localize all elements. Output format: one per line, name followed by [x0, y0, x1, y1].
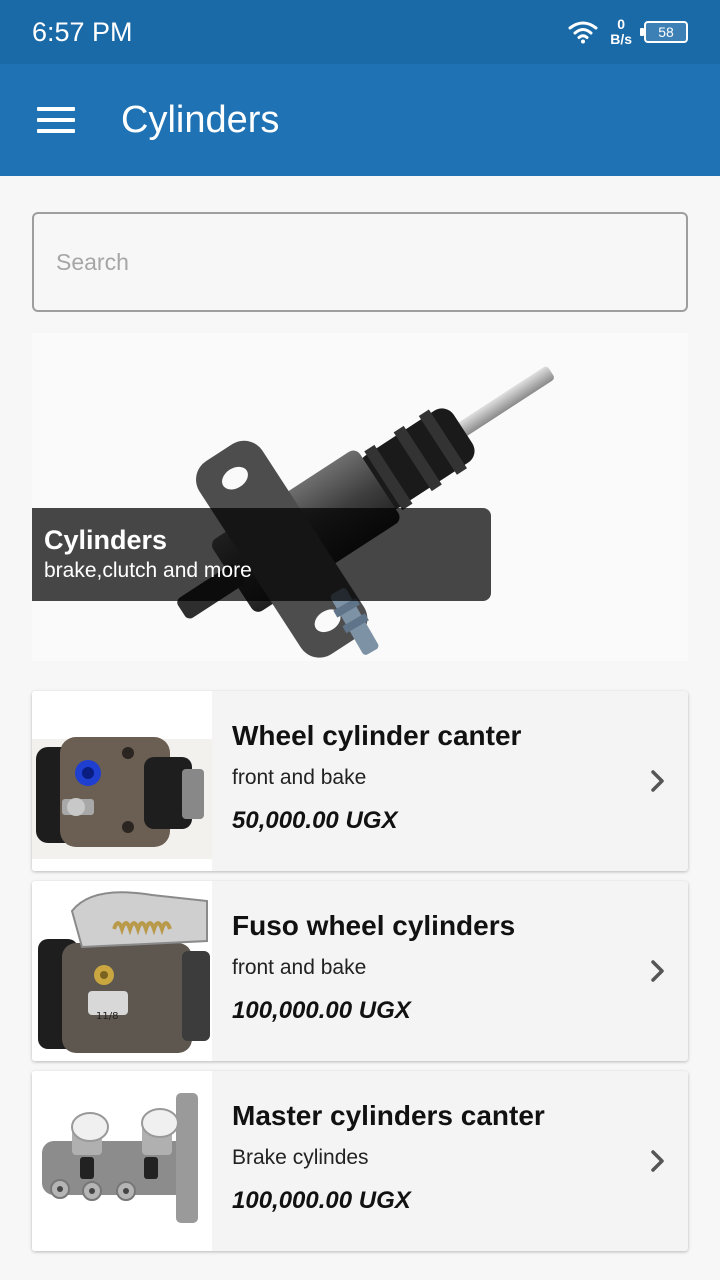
app-bar: Cylinders [0, 64, 720, 176]
net-speed: 0 B/s [610, 17, 632, 47]
master-cylinder-image [32, 1071, 212, 1251]
status-time: 6:57 PM [32, 16, 133, 47]
chevron-right-icon [628, 881, 688, 1061]
fuso-wheel-cylinder-image: 11/8 [32, 881, 212, 1061]
product-info: Fuso wheel cylinders front and bake 100,… [212, 881, 628, 1061]
search-box [32, 212, 688, 312]
banner-title: Cylinders [44, 525, 168, 555]
net-speed-unit: B/s [610, 31, 632, 47]
product-description: front and bake [232, 956, 367, 979]
page-title: Cylinders [121, 98, 280, 141]
wheel-cylinder-image [32, 691, 212, 871]
product-name: Master cylinders canter [232, 1100, 545, 1131]
chevron-right-icon [628, 691, 688, 871]
product-description: front and bake [232, 766, 367, 789]
product-card[interactable]: Wheel cylinder canter front and bake 50,… [32, 691, 688, 871]
search-input[interactable] [34, 214, 686, 310]
product-name: Wheel cylinder canter [232, 720, 522, 751]
product-info: Wheel cylinder canter front and bake 50,… [212, 691, 628, 871]
banner-subtitle: brake,clutch and more [44, 559, 252, 582]
product-name: Fuso wheel cylinders [232, 910, 516, 941]
chevron-right-icon [628, 1071, 688, 1251]
product-description: Brake cylindes [232, 1146, 369, 1169]
cylinder-banner-image [177, 366, 554, 658]
banner-caption: Cylinders brake,clutch and more [32, 508, 491, 601]
battery-icon: 58 [640, 21, 688, 43]
category-banner[interactable]: Cylinders brake,clutch and more [32, 333, 688, 661]
product-info: Master cylinders canter Brake cylindes 1… [212, 1071, 628, 1251]
svg-text:11/8: 11/8 [96, 1011, 118, 1022]
menu-icon[interactable] [37, 107, 75, 133]
net-speed-value: 0 [617, 16, 625, 32]
battery-level: 58 [658, 24, 674, 40]
status-indicators: 0 B/s 58 [568, 17, 688, 47]
product-price: 100,000.00 UGX [232, 997, 411, 1024]
product-card[interactable]: 11/8 Fuso wheel cylinders front and bake… [32, 881, 688, 1061]
product-card[interactable]: Master cylinders canter Brake cylindes 1… [32, 1071, 688, 1251]
wifi-icon [568, 21, 598, 44]
product-price: 50,000.00 UGX [232, 807, 398, 834]
product-price: 100,000.00 UGX [232, 1187, 411, 1214]
status-bar: 6:57 PM 0 B/s 58 [0, 0, 720, 64]
